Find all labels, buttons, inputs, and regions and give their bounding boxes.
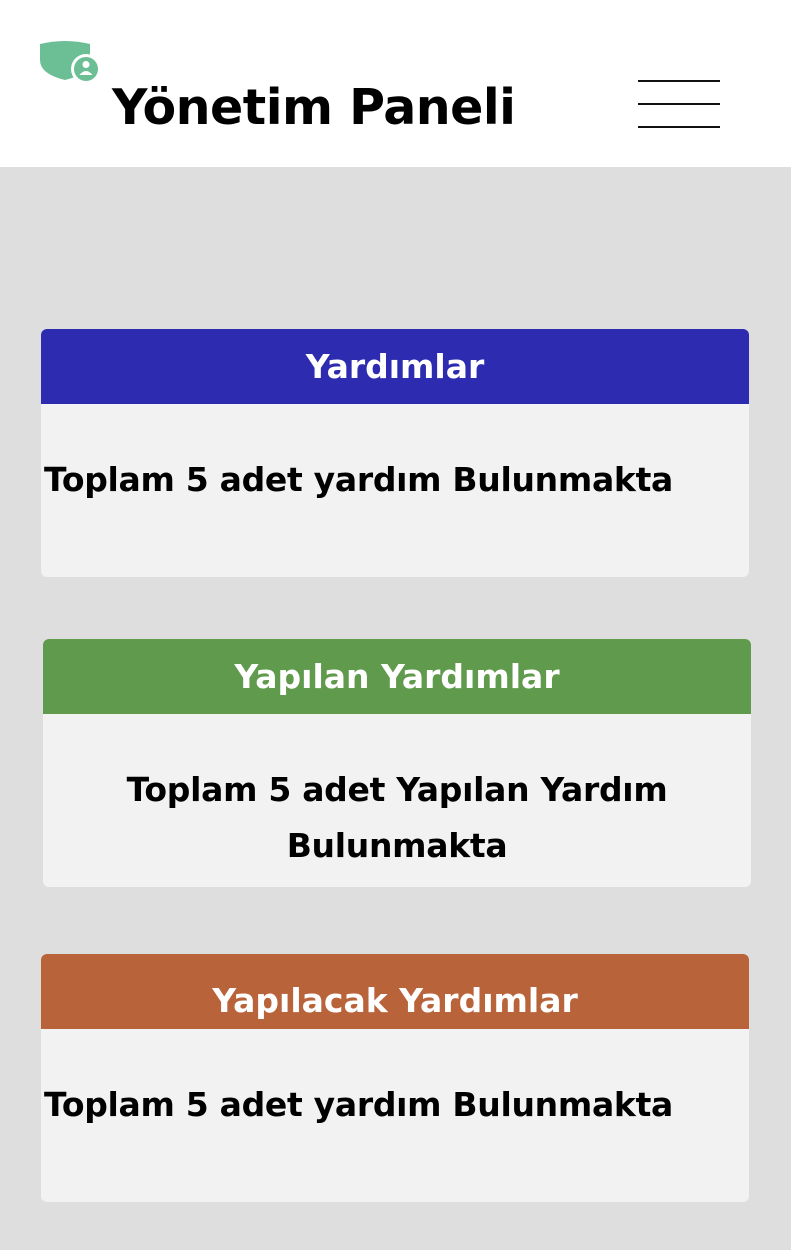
menu-bar: [638, 80, 720, 82]
card-yapilacak-yardimlar[interactable]: Yapılacak Yardımlar Toplam 5 adet yardım…: [41, 954, 749, 1202]
card-yapilan-yardimlar[interactable]: Yapılan Yardımlar Toplam 5 adet Yapılan …: [43, 639, 751, 887]
card-header: Yardımlar: [41, 329, 749, 404]
card-text: Toplam 5 adet Yapılan Yardım Bulunmakta: [126, 770, 668, 865]
top-bar: Yönetim Paneli: [0, 0, 791, 167]
menu-bar: [638, 126, 720, 128]
card-header: Yapılan Yardımlar: [43, 639, 751, 714]
card-yardimlar[interactable]: Yardımlar Toplam 5 adet yardım Bulunmakt…: [41, 329, 749, 577]
hamburger-menu-icon[interactable]: [634, 76, 724, 134]
page-title: Yönetim Paneli: [112, 79, 516, 136]
menu-bar: [638, 103, 720, 105]
card-text: Toplam 5 adet yardım Bulunmakta: [44, 460, 674, 499]
card-text: Toplam 5 adet yardım Bulunmakta: [44, 1085, 674, 1124]
card-header: Yapılacak Yardımlar: [41, 954, 749, 1029]
shield-user-icon: [38, 40, 104, 84]
